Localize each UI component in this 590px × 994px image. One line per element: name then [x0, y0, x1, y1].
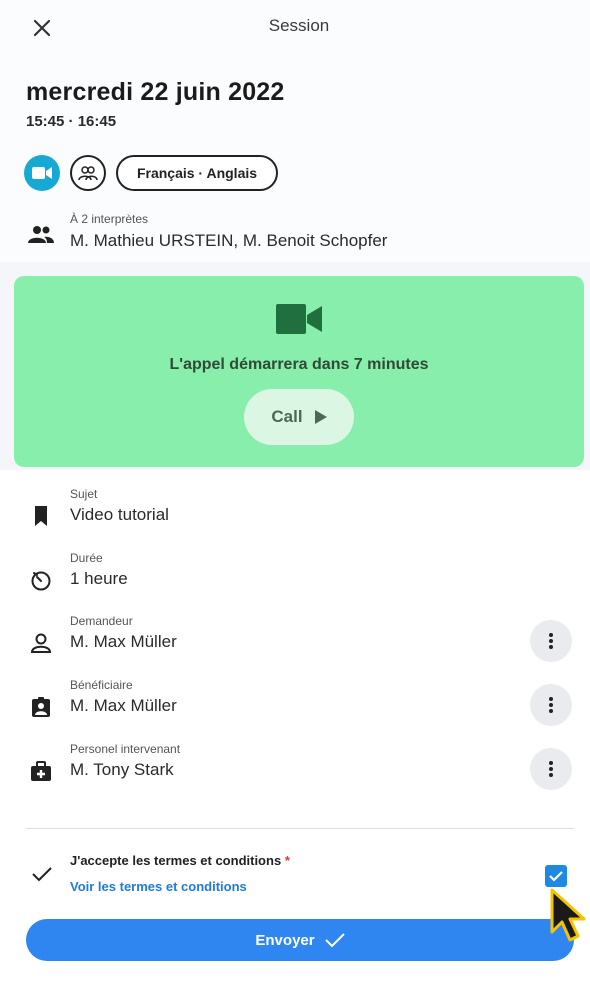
group-chip[interactable]: [70, 155, 106, 191]
terms-checkbox[interactable]: [545, 865, 567, 887]
check-icon: [32, 867, 52, 882]
terms-label: J'accepte les termes et conditions: [70, 853, 282, 868]
session-screen: Session mercredi 22 juin 2022 15:45 · 16…: [0, 0, 590, 994]
video-chip[interactable]: [24, 155, 60, 191]
call-button[interactable]: Call: [244, 389, 354, 445]
people-icon: [28, 226, 54, 243]
detail-label: Durée: [70, 551, 103, 565]
timer-icon: [31, 571, 51, 591]
detail-row-duration: Durée 1 heure: [0, 551, 590, 607]
detail-row-beneficiary: Bénéficiaire M. Max Müller: [0, 678, 590, 734]
badge-icon: [32, 697, 50, 717]
interpreters-label: À 2 interprètes: [70, 212, 149, 226]
beneficiary-more-button[interactable]: [530, 684, 572, 726]
session-time: 15:45 · 16:45: [26, 113, 117, 130]
more-vertical-icon: [549, 761, 553, 777]
more-vertical-icon: [549, 633, 553, 649]
detail-row-subject: Sujet Video tutorial: [0, 487, 590, 543]
call-countdown-message: L'appel démarrera dans 7 minutes: [169, 356, 429, 373]
check-icon: [324, 933, 345, 948]
video-camera-icon: [32, 167, 52, 179]
submit-button[interactable]: Envoyer: [26, 919, 574, 961]
page-title: Session: [268, 16, 330, 35]
submit-label: Envoyer: [255, 931, 315, 949]
detail-value: M. Max Müller: [70, 696, 177, 715]
call-card: L'appel démarrera dans 7 minutes Call: [14, 276, 584, 467]
terms-text: J'accepte les termes et conditions *: [70, 853, 290, 868]
group-icon: [78, 166, 98, 181]
bookmark-icon: [35, 506, 47, 526]
detail-value: M. Max Müller: [70, 632, 177, 651]
medical-bag-icon: [31, 761, 51, 781]
more-vertical-icon: [549, 697, 553, 713]
divider: [26, 828, 574, 829]
staff-more-button[interactable]: [530, 748, 572, 790]
language-chip[interactable]: Français · Anglais: [116, 155, 278, 191]
person-icon: [30, 633, 52, 653]
detail-value: Video tutorial: [70, 505, 169, 524]
mouse-cursor-icon: [550, 888, 586, 942]
session-date: mercredi 22 juin 2022: [26, 78, 285, 106]
detail-value: M. Tony Stark: [70, 760, 174, 779]
detail-label: Sujet: [70, 487, 98, 501]
detail-row-staff: Personel intervenant M. Tony Stark: [0, 742, 590, 798]
detail-value: 1 heure: [70, 569, 128, 588]
checkmark-icon: [549, 871, 563, 882]
detail-row-requester: Demandeur M. Max Müller: [0, 614, 590, 670]
requester-more-button[interactable]: [530, 620, 572, 662]
call-button-label: Call: [271, 407, 303, 426]
detail-label: Demandeur: [70, 614, 133, 628]
play-icon: [314, 410, 327, 424]
video-camera-icon: [276, 304, 322, 334]
interpreters-names: M. Mathieu URSTEIN, M. Benoit Schopfer: [70, 231, 388, 250]
required-mark: *: [284, 853, 290, 868]
terms-link[interactable]: Voir les termes et conditions: [70, 879, 247, 894]
detail-label: Personel intervenant: [70, 742, 181, 756]
detail-label: Bénéficiaire: [70, 678, 133, 692]
